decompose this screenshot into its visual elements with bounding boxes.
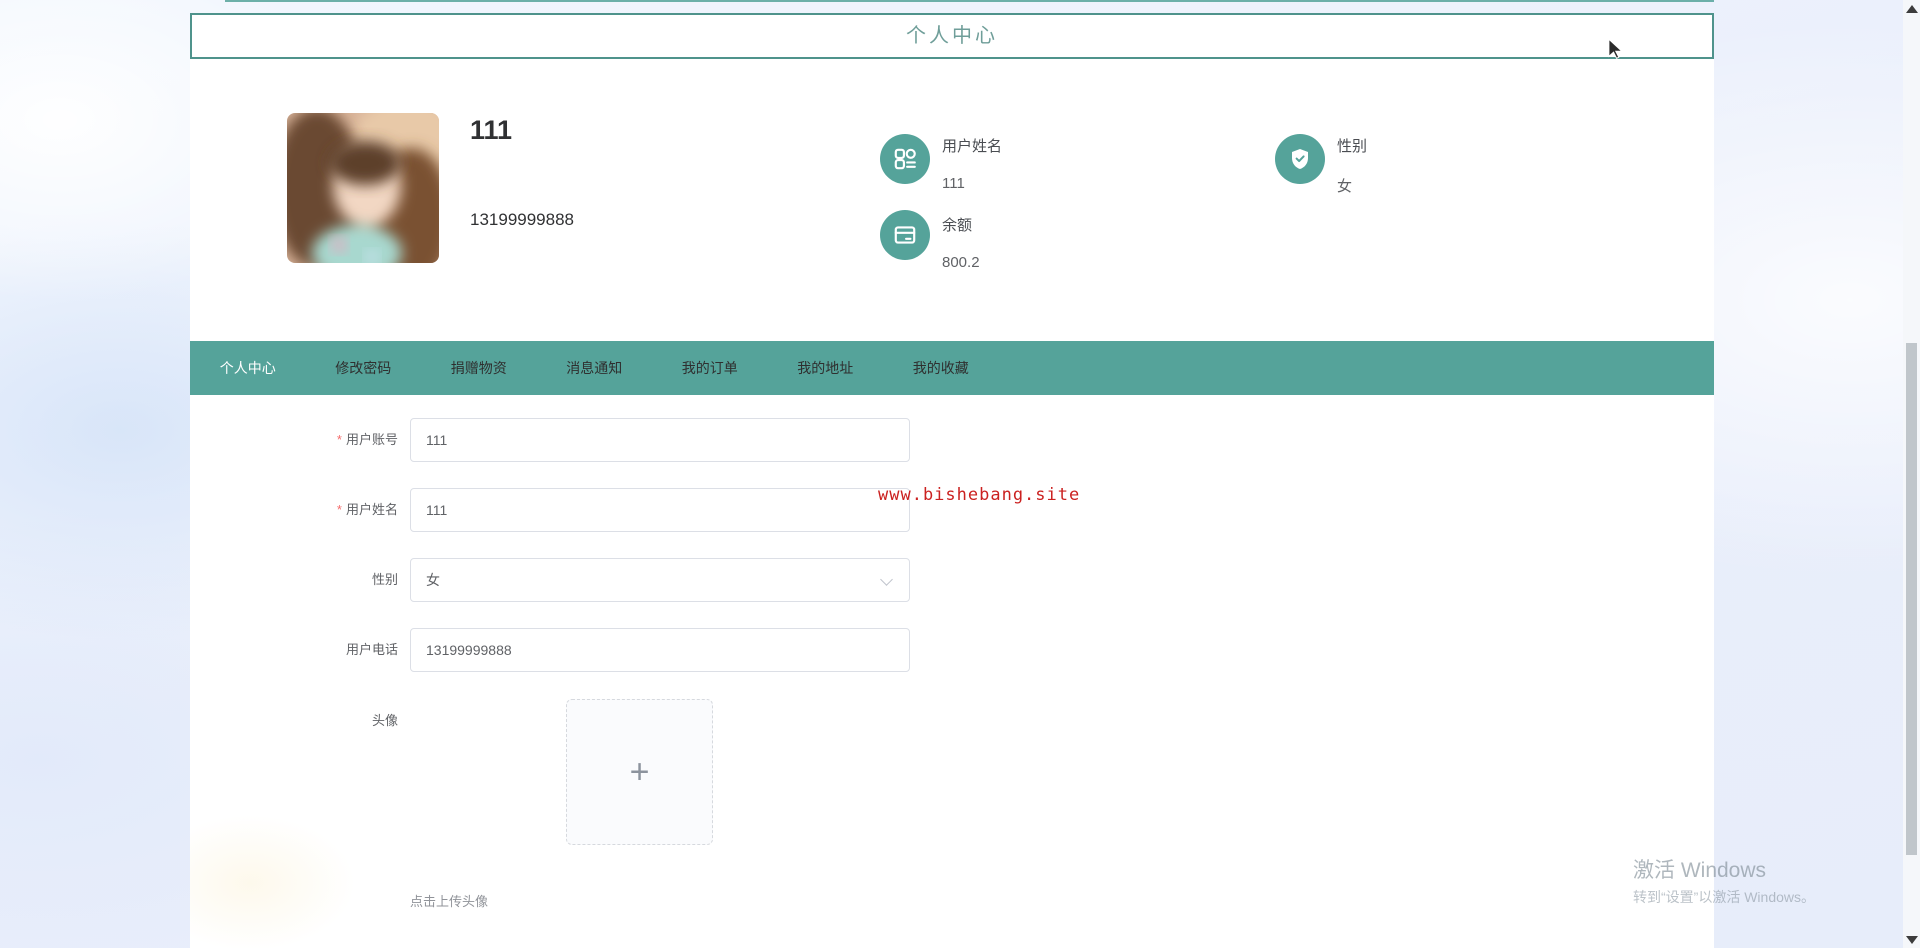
page: 个人中心 111 13199999888 用户姓名 111 余额 800.2 性… [0, 0, 1920, 948]
scroll-up-arrow-icon[interactable] [1906, 5, 1918, 13]
profile-avatar [287, 113, 439, 263]
stat-gender-value: 女 [1337, 178, 1353, 195]
profile-phone: 13199999888 [470, 210, 575, 229]
gender-select[interactable] [410, 558, 910, 602]
stat-username-label: 用户姓名 [942, 138, 1003, 155]
windows-activation-watermark: 激活 Windows 转到“设置”以激活 Windows。 [1633, 854, 1815, 907]
site-watermark: www.bishebang.site [878, 485, 1081, 505]
required-asterisk: * [336, 502, 342, 517]
avatar-upload-hint: 点击上传头像 [410, 894, 489, 909]
tab-personal-center[interactable]: 个人中心 [190, 341, 306, 395]
username-label: * 用户姓名 [336, 502, 398, 517]
tab-change-password[interactable]: 修改密码 [306, 341, 422, 395]
vertical-scrollbar[interactable] [1903, 0, 1920, 948]
account-label: * 用户账号 [336, 432, 398, 447]
profile-tab-bar: 个人中心 修改密码 捐赠物资 消息通知 我的订单 我的地址 我的收藏 [190, 341, 1714, 395]
account-input[interactable] [410, 418, 910, 462]
gender-label: 性别 [371, 572, 398, 587]
avatar-upload-label: 头像 [371, 713, 398, 728]
phone-input[interactable] [410, 628, 910, 672]
page-title: 个人中心 [906, 25, 998, 47]
grid-icon [880, 134, 930, 184]
stat-balance-label: 余额 [942, 217, 973, 234]
tab-my-favorites[interactable]: 我的收藏 [883, 341, 999, 395]
plus-icon: + [629, 753, 650, 791]
stat-balance-value: 800.2 [942, 254, 980, 271]
scrollbar-thumb[interactable] [1906, 343, 1917, 855]
mouse-cursor-icon [1608, 38, 1623, 59]
avatar-photo-placeholder [287, 113, 439, 263]
windows-activation-line2: 转到“设置”以激活 Windows。 [1633, 889, 1816, 905]
username-input[interactable] [410, 488, 910, 532]
scroll-down-arrow-icon[interactable] [1906, 936, 1918, 944]
page-header: 个人中心 [190, 13, 1714, 59]
windows-activation-line1: 激活 Windows [1633, 859, 1767, 882]
required-asterisk: * [336, 432, 342, 447]
shield-check-icon [1275, 134, 1325, 184]
stat-gender-label: 性别 [1337, 138, 1368, 155]
tab-donate-supplies[interactable]: 捐赠物资 [421, 341, 537, 395]
tab-my-address[interactable]: 我的地址 [768, 341, 884, 395]
wallet-card-icon [880, 210, 930, 260]
tab-notifications[interactable]: 消息通知 [537, 341, 653, 395]
top-border-line [225, 0, 1714, 2]
tab-my-orders[interactable]: 我的订单 [652, 341, 768, 395]
content-area: 个人中心 111 13199999888 用户姓名 111 余额 800.2 性… [190, 13, 1714, 948]
stat-username-value: 111 [942, 175, 965, 192]
avatar-upload-button[interactable]: + [566, 699, 713, 845]
profile-name: 111 [470, 115, 513, 145]
phone-label: 用户电话 [345, 642, 398, 657]
